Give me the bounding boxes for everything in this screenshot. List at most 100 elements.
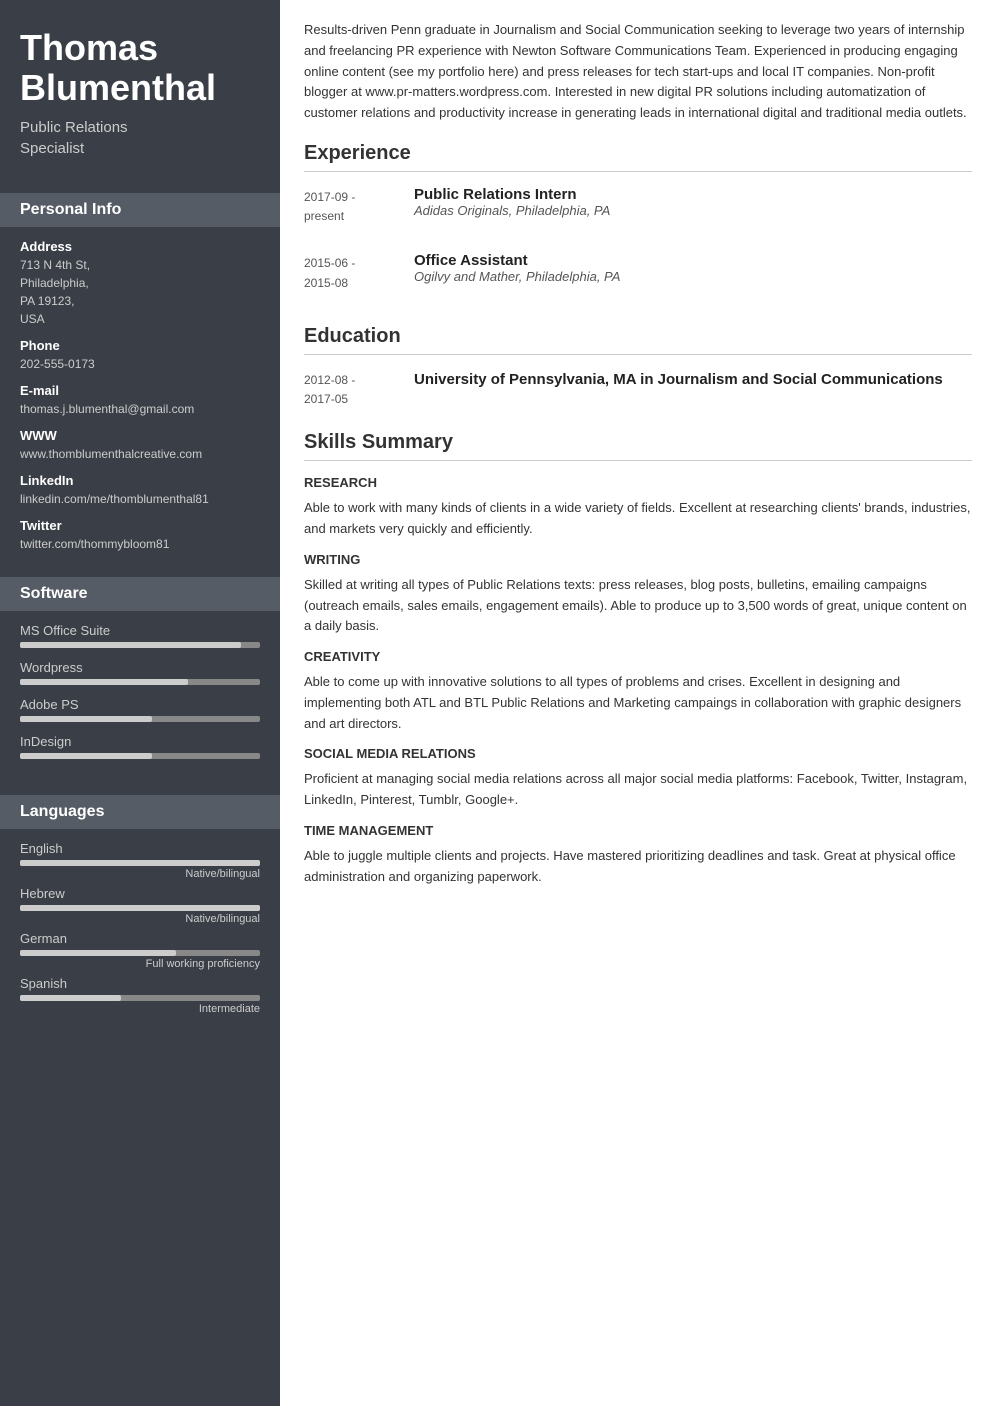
twitter-label: Twitter — [20, 518, 260, 533]
exp-date: 2015-06 -2015-08 — [304, 252, 414, 292]
skill-item: CREATIVITY Able to come up with innovati… — [304, 649, 972, 734]
skill-desc: Skilled at writing all types of Public R… — [304, 575, 972, 637]
language-name: German — [20, 931, 260, 946]
phone-value: 202-555-0173 — [20, 355, 260, 373]
experience-item: 2017-09 -present Public Relations Intern… — [304, 186, 972, 236]
skill-desc: Able to come up with innovative solution… — [304, 672, 972, 734]
skills-section: Skills Summary RESEARCH Able to work wit… — [304, 431, 972, 888]
software-item: Wordpress — [20, 660, 260, 685]
language-name: English — [20, 841, 260, 856]
experience-section: Experience 2017-09 -present Public Relat… — [304, 142, 972, 303]
software-item: MS Office Suite — [20, 623, 260, 648]
education-item: 2012-08 -2017-05 University of Pennsylva… — [304, 369, 972, 409]
software-bars: MS Office Suite Wordpress Adobe PS InDes… — [20, 623, 260, 759]
candidate-title: Public RelationsSpecialist — [20, 117, 260, 159]
twitter-value: twitter.com/thommybloom81 — [20, 535, 260, 553]
software-section: Software MS Office Suite Wordpress Adobe… — [0, 563, 280, 781]
skill-title: TIME MANAGEMENT — [304, 823, 972, 838]
languages-section: Languages English Native/bilingual Hebre… — [0, 781, 280, 1031]
language-level: Full working proficiency — [20, 958, 260, 970]
summary-text: Results-driven Penn graduate in Journali… — [304, 20, 972, 124]
language-bar-fill — [20, 860, 260, 866]
education-list: 2012-08 -2017-05 University of Pennsylva… — [304, 369, 972, 409]
skill-desc: Proficient at managing social media rela… — [304, 769, 972, 811]
exp-company: Ogilvy and Mather, Philadelphia, PA — [414, 269, 972, 284]
software-bar-fill — [20, 753, 152, 759]
exp-details: Office Assistant Ogilvy and Mather, Phil… — [414, 252, 972, 292]
exp-role: Public Relations Intern — [414, 186, 972, 203]
software-bar-fill — [20, 679, 188, 685]
skills-list: RESEARCH Able to work with many kinds of… — [304, 475, 972, 888]
languages-heading: Languages — [0, 795, 280, 829]
skill-item: SOCIAL MEDIA RELATIONS Proficient at man… — [304, 746, 972, 811]
language-bar-bg — [20, 995, 260, 1001]
address-label: Address — [20, 239, 260, 254]
software-item: InDesign — [20, 734, 260, 759]
skill-title: WRITING — [304, 552, 972, 567]
software-bar-fill — [20, 716, 152, 722]
language-level: Intermediate — [20, 1003, 260, 1015]
language-item: Spanish Intermediate — [20, 976, 260, 1015]
edu-details: University of Pennsylvania, MA in Journa… — [414, 369, 972, 409]
linkedin-value: linkedin.com/me/thomblumenthal81 — [20, 490, 260, 508]
software-bar-bg — [20, 642, 260, 648]
main-content: Results-driven Penn graduate in Journali… — [280, 0, 996, 1406]
software-bar-bg — [20, 679, 260, 685]
email-value: thomas.j.blumenthal@gmail.com — [20, 400, 260, 418]
language-item: Hebrew Native/bilingual — [20, 886, 260, 925]
exp-date: 2017-09 -present — [304, 186, 414, 226]
experience-list: 2017-09 -present Public Relations Intern… — [304, 186, 972, 303]
exp-details: Public Relations Intern Adidas Originals… — [414, 186, 972, 226]
personal-info-heading: Personal Info — [0, 193, 280, 227]
language-name: Hebrew — [20, 886, 260, 901]
linkedin-label: LinkedIn — [20, 473, 260, 488]
experience-heading: Experience — [304, 142, 972, 172]
language-bars: English Native/bilingual Hebrew Native/b… — [20, 841, 260, 1015]
skill-title: RESEARCH — [304, 475, 972, 490]
software-bar-bg — [20, 716, 260, 722]
language-bar-bg — [20, 950, 260, 956]
language-bar-bg — [20, 905, 260, 911]
language-level: Native/bilingual — [20, 913, 260, 925]
software-item: Adobe PS — [20, 697, 260, 722]
sidebar-header: Thomas Blumenthal Public RelationsSpecia… — [0, 0, 280, 179]
skill-desc: Able to juggle multiple clients and proj… — [304, 846, 972, 888]
software-name: Wordpress — [20, 660, 260, 675]
software-heading: Software — [0, 577, 280, 611]
experience-item: 2015-06 -2015-08 Office Assistant Ogilvy… — [304, 252, 972, 302]
www-value: www.thomblumenthalcreative.com — [20, 445, 260, 463]
edu-date: 2012-08 -2017-05 — [304, 369, 414, 409]
exp-role: Office Assistant — [414, 252, 972, 269]
language-bar-fill — [20, 995, 121, 1001]
skills-heading: Skills Summary — [304, 431, 972, 461]
language-item: German Full working proficiency — [20, 931, 260, 970]
education-heading: Education — [304, 325, 972, 355]
skill-item: TIME MANAGEMENT Able to juggle multiple … — [304, 823, 972, 888]
software-bar-fill — [20, 642, 241, 648]
software-name: InDesign — [20, 734, 260, 749]
software-bar-bg — [20, 753, 260, 759]
edu-degree: University of Pennsylvania, MA in Journa… — [414, 369, 972, 390]
software-name: MS Office Suite — [20, 623, 260, 638]
skill-title: CREATIVITY — [304, 649, 972, 664]
language-level: Native/bilingual — [20, 868, 260, 880]
language-name: Spanish — [20, 976, 260, 991]
personal-info-section: Personal Info Address 713 N 4th St,Phila… — [0, 179, 280, 563]
software-name: Adobe PS — [20, 697, 260, 712]
phone-label: Phone — [20, 338, 260, 353]
candidate-name: Thomas Blumenthal — [20, 28, 260, 107]
education-section: Education 2012-08 -2017-05 University of… — [304, 325, 972, 409]
exp-company: Adidas Originals, Philadelphia, PA — [414, 203, 972, 218]
skill-title: SOCIAL MEDIA RELATIONS — [304, 746, 972, 761]
skill-item: RESEARCH Able to work with many kinds of… — [304, 475, 972, 540]
language-bar-fill — [20, 950, 176, 956]
language-item: English Native/bilingual — [20, 841, 260, 880]
skill-desc: Able to work with many kinds of clients … — [304, 498, 972, 540]
language-bar-bg — [20, 860, 260, 866]
sidebar: Thomas Blumenthal Public RelationsSpecia… — [0, 0, 280, 1406]
www-label: WWW — [20, 428, 260, 443]
email-label: E-mail — [20, 383, 260, 398]
skill-item: WRITING Skilled at writing all types of … — [304, 552, 972, 637]
language-bar-fill — [20, 905, 260, 911]
address-value: 713 N 4th St,Philadelphia,PA 19123,USA — [20, 256, 260, 328]
